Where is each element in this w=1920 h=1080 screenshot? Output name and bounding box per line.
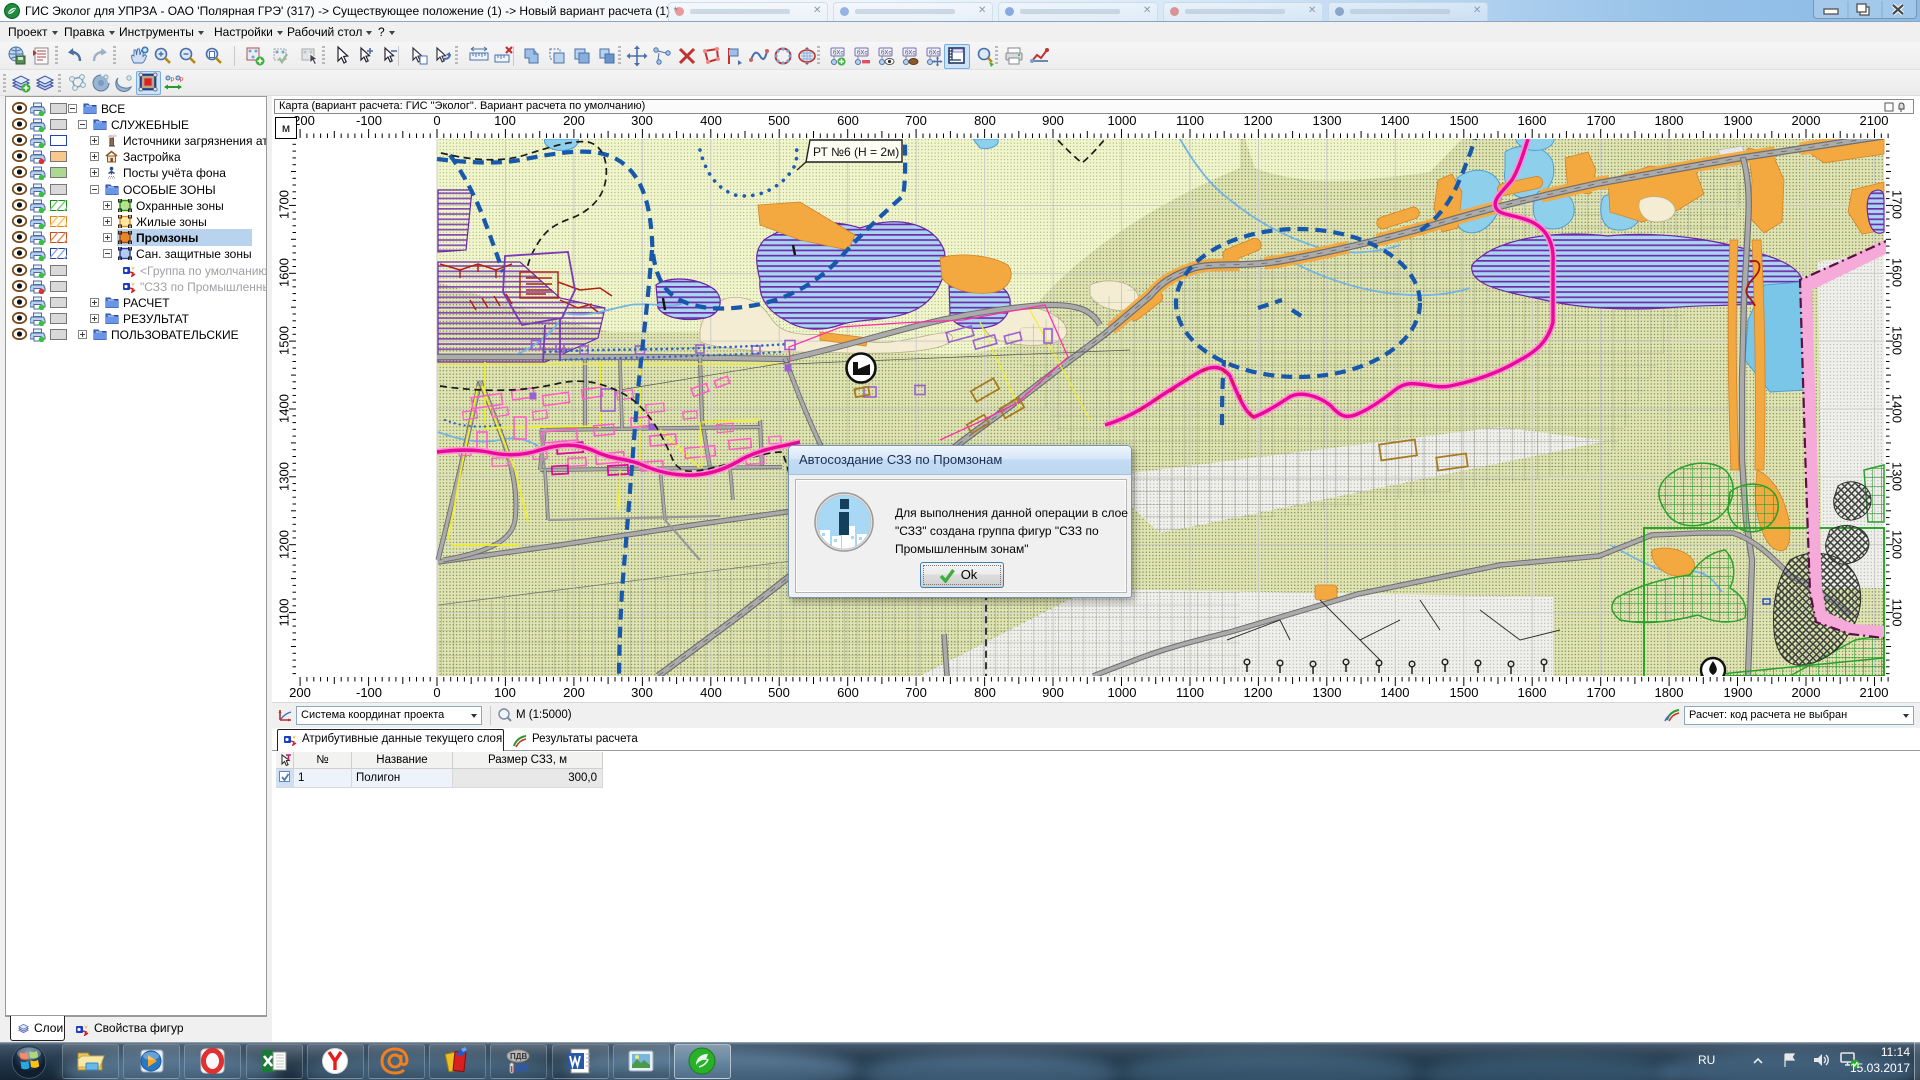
svg-text:бХс: бХс [881,51,891,57]
svg-text:P: P [171,78,175,84]
svg-text:бХс: бХс [905,51,915,57]
svg-text:бХс: бХс [833,51,843,57]
svg-text:ПДВ: ПДВ [510,1052,527,1061]
svg-text:бХс: бХс [857,51,867,57]
svg-text:РТ №6 (Н = 2м): РТ №6 (Н = 2м) [813,145,899,159]
svg-text:P: P [180,78,184,84]
svg-text:бХс: бХс [929,51,939,57]
